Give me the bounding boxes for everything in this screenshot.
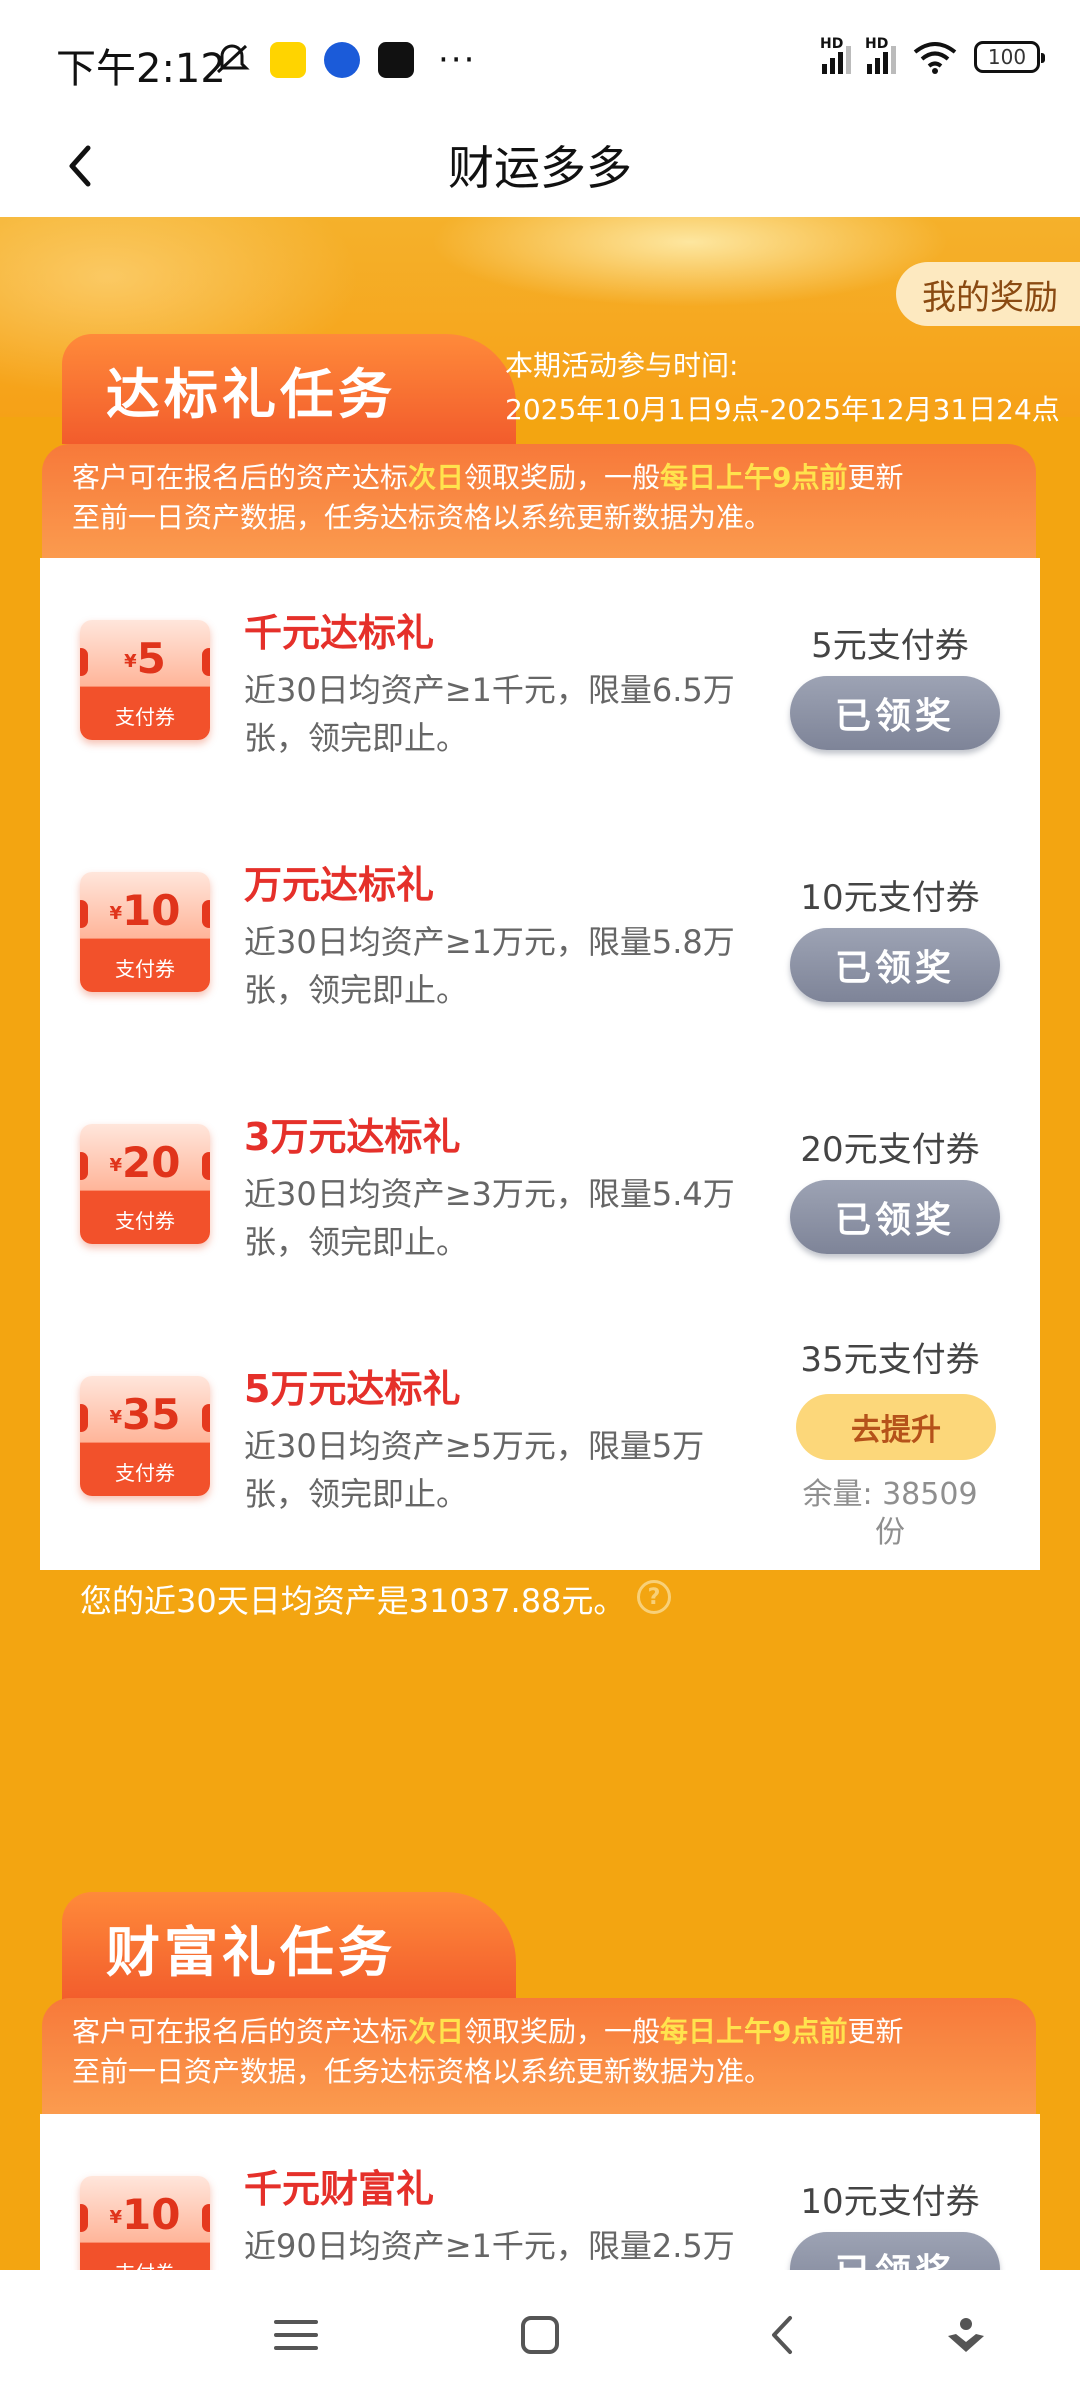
task-title: 千元财富礼 bbox=[244, 2167, 435, 2211]
page-title: 财运多多 bbox=[448, 141, 632, 195]
status-notification-icons: ··· bbox=[212, 40, 476, 80]
activity-time-range: 2025年10月1日9点-2025年12月31日24点 bbox=[505, 393, 1060, 426]
my-reward-button[interactable]: 我的奖励 bbox=[896, 262, 1080, 326]
section-title-wealth: 财富礼任务 bbox=[62, 1892, 516, 2002]
task-prize: 20元支付券 bbox=[800, 1130, 980, 1170]
back-nav-icon[interactable] bbox=[754, 2310, 814, 2360]
task-title: 5万元达标礼 bbox=[244, 1367, 461, 1411]
upgrade-button[interactable]: 去提升 bbox=[796, 1394, 996, 1460]
task-description: 近30日均资产≥5万元，限量5万张，领完即止。 bbox=[244, 1427, 705, 1513]
status-bar: 下午2:12 ··· HD HD 100 bbox=[0, 0, 1080, 122]
task-card: ¥10 支付券 千元财富礼 近90日均资产≥1千元，限量2.5万 10元支付券 … bbox=[40, 2114, 1040, 2274]
section-title-qualify: 达标礼任务 bbox=[62, 334, 516, 444]
banner-decoration bbox=[430, 217, 950, 307]
coupon-icon: ¥10 支付券 bbox=[80, 872, 210, 992]
claimed-button[interactable]: 已领奖 bbox=[790, 928, 1000, 1002]
task-title: 万元达标礼 bbox=[244, 863, 435, 907]
assistant-icon[interactable] bbox=[936, 2310, 996, 2360]
task-prize: 10元支付券 bbox=[800, 2182, 980, 2222]
claimed-button[interactable]: 已领奖 bbox=[790, 1180, 1000, 1254]
task-item: ¥35 支付券 5万元达标礼 近30日均资产≥5万元，限量5万张，领完即止。 3… bbox=[40, 1314, 1040, 1570]
task-prize: 5元支付券 bbox=[811, 626, 969, 666]
system-nav-bar bbox=[0, 2270, 1080, 2400]
coupon-icon: ¥5 支付券 bbox=[80, 620, 210, 740]
coupon-icon: ¥10 支付券 bbox=[80, 2176, 210, 2274]
claimed-button[interactable]: 已领奖 bbox=[790, 676, 1000, 750]
task-title: 千元达标礼 bbox=[244, 611, 435, 655]
notice-banner: 客户可在报名后的资产达标次日领取奖励，一般每日上午9点前更新 至前一日资产数据，… bbox=[42, 444, 1036, 562]
task-description: 近30日均资产≥3万元，限量5.4万张，领完即止。 bbox=[244, 1175, 735, 1261]
home-icon[interactable] bbox=[510, 2310, 570, 2360]
remaining-count: 余量: 38509 份 bbox=[802, 1477, 978, 1550]
coupon-icon: ¥20 支付券 bbox=[80, 1124, 210, 1244]
task-description: 近30日均资产≥1万元，限量5.8万张，领完即止。 bbox=[244, 923, 735, 1009]
activity-time: 本期活动参与时间: 2025年10月1日9点-2025年12月31日24点 bbox=[505, 344, 1060, 432]
claimed-button[interactable]: 已领奖 bbox=[790, 2232, 1000, 2274]
notice-banner: 客户可在报名后的资产达标次日领取奖励，一般每日上午9点前更新 至前一日资产数据，… bbox=[42, 1998, 1036, 2116]
average-assets-text: 您的近30天日均资产是31037.88元。 bbox=[80, 1582, 626, 1620]
task-item: ¥5 支付券 千元达标礼 近30日均资产≥1千元，限量6.5万张，领完即止。 5… bbox=[40, 558, 1040, 810]
task-prize: 10元支付券 bbox=[800, 878, 980, 918]
task-card: ¥5 支付券 千元达标礼 近30日均资产≥1千元，限量6.5万张，领完即止。 5… bbox=[40, 558, 1040, 1570]
help-icon[interactable]: ? bbox=[637, 1580, 671, 1614]
activity-time-label: 本期活动参与时间: bbox=[505, 349, 739, 382]
app-notification-icon bbox=[270, 42, 306, 78]
signal-icon: HD bbox=[820, 36, 851, 74]
signal-icon: HD bbox=[865, 36, 896, 74]
wifi-icon bbox=[913, 42, 957, 74]
task-title: 3万元达标礼 bbox=[244, 1115, 461, 1159]
status-system-icons: HD HD 100 bbox=[820, 36, 1045, 74]
app-notification-icon bbox=[324, 42, 360, 78]
task-description: 近30日均资产≥1千元，限量6.5万张，领完即止。 bbox=[244, 671, 735, 757]
battery-icon: 100 bbox=[974, 41, 1045, 73]
task-description: 近90日均资产≥1千元，限量2.5万 bbox=[244, 2227, 735, 2265]
task-item: ¥20 支付券 3万元达标礼 近30日均资产≥3万元，限量5.4万张，领完即止。… bbox=[40, 1062, 1040, 1314]
more-notifications-icon: ··· bbox=[438, 40, 477, 80]
coupon-icon: ¥35 支付券 bbox=[80, 1376, 210, 1496]
task-item: ¥10 支付券 万元达标礼 近30日均资产≥1万元，限量5.8万张，领完即止。 … bbox=[40, 810, 1040, 1062]
status-time: 下午2:12 bbox=[56, 46, 226, 92]
task-item: ¥10 支付券 千元财富礼 近90日均资产≥1千元，限量2.5万 10元支付券 … bbox=[40, 2114, 1040, 2274]
menu-icon[interactable] bbox=[266, 2310, 326, 2360]
tiktok-icon bbox=[378, 42, 414, 78]
task-prize: 35元支付券 bbox=[800, 1340, 980, 1380]
title-bar: 财运多多 bbox=[0, 122, 1080, 217]
mute-icon bbox=[212, 42, 252, 78]
